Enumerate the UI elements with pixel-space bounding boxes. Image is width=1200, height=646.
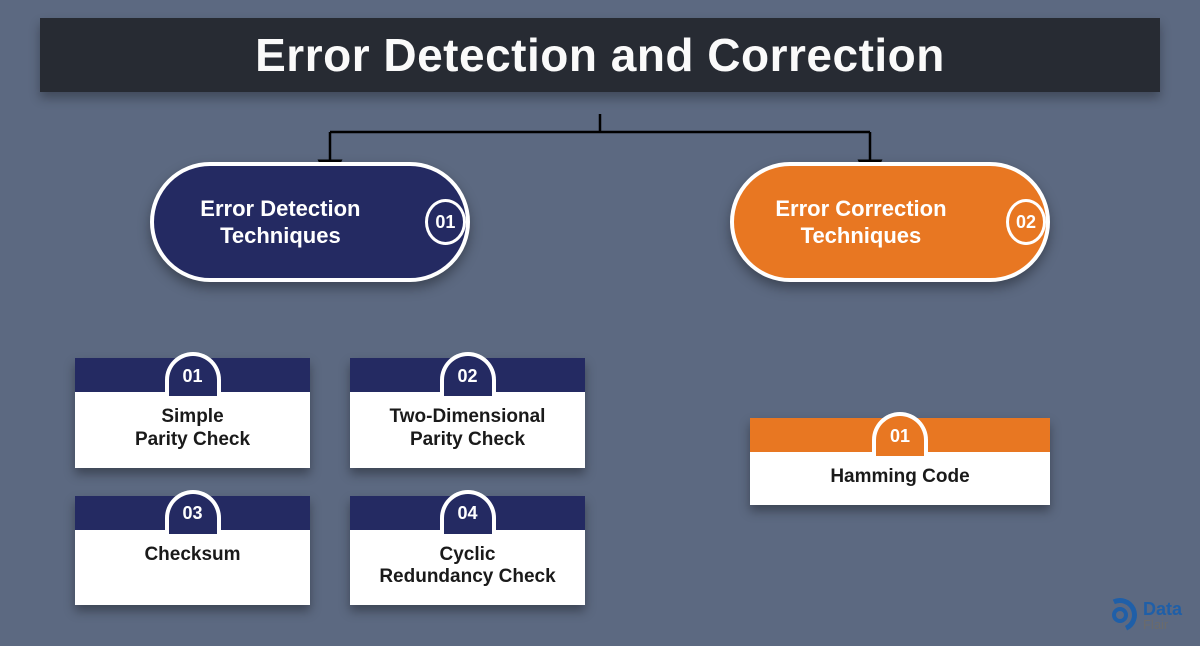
card-number: 02	[440, 352, 496, 396]
card-number: 01	[872, 412, 928, 456]
card-label: Two-Dimensional Parity Check	[350, 392, 585, 468]
logo: Data Flair	[1103, 598, 1182, 632]
card-crc: 04 Cyclic Redundancy Check	[350, 496, 585, 606]
detection-cards: 01 Simple Parity Check 02 Two-Dimensiona…	[75, 358, 585, 605]
card-label: Checksum	[75, 530, 310, 583]
card-two-dimensional-parity: 02 Two-Dimensional Parity Check	[350, 358, 585, 468]
card-number: 03	[165, 490, 221, 534]
correction-cards: 01 Hamming Code	[750, 418, 1050, 505]
card-number: 04	[440, 490, 496, 534]
branch-label: Error Correction Techniques	[734, 195, 988, 250]
title-bar: Error Detection and Correction	[40, 18, 1160, 92]
branch-detection: Error Detection Techniques 01	[150, 162, 470, 282]
card-label: Cyclic Redundancy Check	[350, 530, 585, 606]
branch-correction: Error Correction Techniques 02	[730, 162, 1050, 282]
branch-number: 01	[425, 199, 466, 245]
card-label: Simple Parity Check	[75, 392, 310, 468]
card-label: Hamming Code	[750, 452, 1050, 505]
logo-text: Data Flair	[1143, 600, 1182, 631]
card-number: 01	[165, 352, 221, 396]
logo-icon	[1103, 598, 1137, 632]
branch-label: Error Detection Techniques	[154, 195, 407, 250]
card-hamming-code: 01 Hamming Code	[750, 418, 1050, 505]
branch-number: 02	[1006, 199, 1046, 245]
card-simple-parity: 01 Simple Parity Check	[75, 358, 310, 468]
page-title: Error Detection and Correction	[40, 28, 1160, 82]
card-checksum: 03 Checksum	[75, 496, 310, 606]
